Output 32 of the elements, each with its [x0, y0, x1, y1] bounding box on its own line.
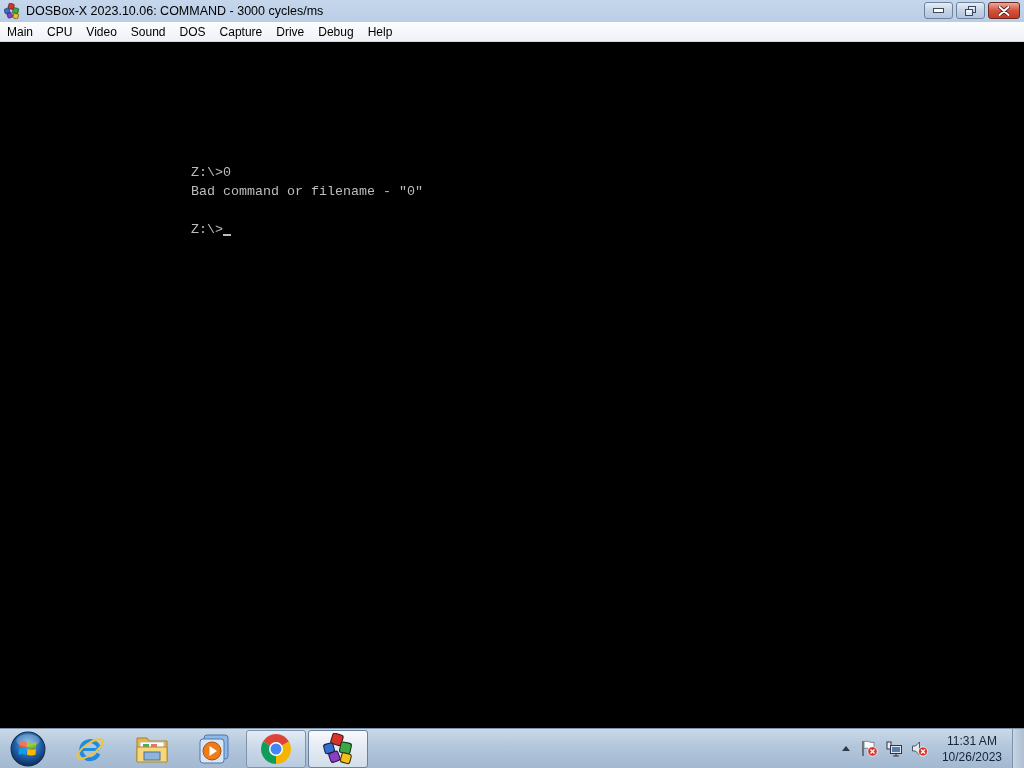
window-title: DOSBox-X 2023.10.06: COMMAND - 3000 cycles/ms: [26, 4, 324, 18]
menu-item[interactable]: Main: [0, 23, 40, 40]
network-icon[interactable]: [885, 740, 903, 757]
taskbar-button[interactable]: [308, 729, 368, 768]
colored-blocks-icon: [4, 3, 20, 19]
menu-item[interactable]: Drive: [269, 23, 312, 40]
menu-item[interactable]: CPU: [40, 23, 80, 40]
console-line: Z:\>0: [191, 164, 231, 182]
menu-item[interactable]: DOS: [172, 23, 213, 40]
restore-icon: [965, 5, 976, 16]
clock-date[interactable]: 10/26/2023: [941, 748, 1002, 765]
menu-item[interactable]: Video: [79, 23, 124, 40]
browser-ring-icon: [260, 732, 292, 765]
close-icon: [998, 5, 1010, 16]
console-prompt: Z:\>: [191, 221, 223, 239]
close-button[interactable]: [988, 2, 1020, 19]
menu-item[interactable]: Help: [360, 23, 400, 40]
menu-item[interactable]: Debug: [311, 23, 361, 40]
flag-icon[interactable]: [860, 740, 878, 757]
menu-item[interactable]: Sound: [123, 23, 173, 40]
text-cursor: [223, 234, 231, 236]
play-icon: [199, 733, 229, 764]
up-triangle-icon: [841, 746, 850, 751]
windows-logo-icon: [10, 730, 46, 767]
colored-blocks-icon: [322, 732, 354, 765]
restore-button[interactable]: [956, 2, 985, 19]
clock-time[interactable]: 11:31 AM: [947, 732, 997, 749]
menu-item[interactable]: Capture: [212, 23, 270, 40]
console-line: Bad command or filename - "0": [191, 183, 423, 201]
speaker-icon[interactable]: [910, 740, 928, 757]
minimize-icon: [933, 8, 944, 13]
minimize-button[interactable]: [924, 2, 953, 19]
